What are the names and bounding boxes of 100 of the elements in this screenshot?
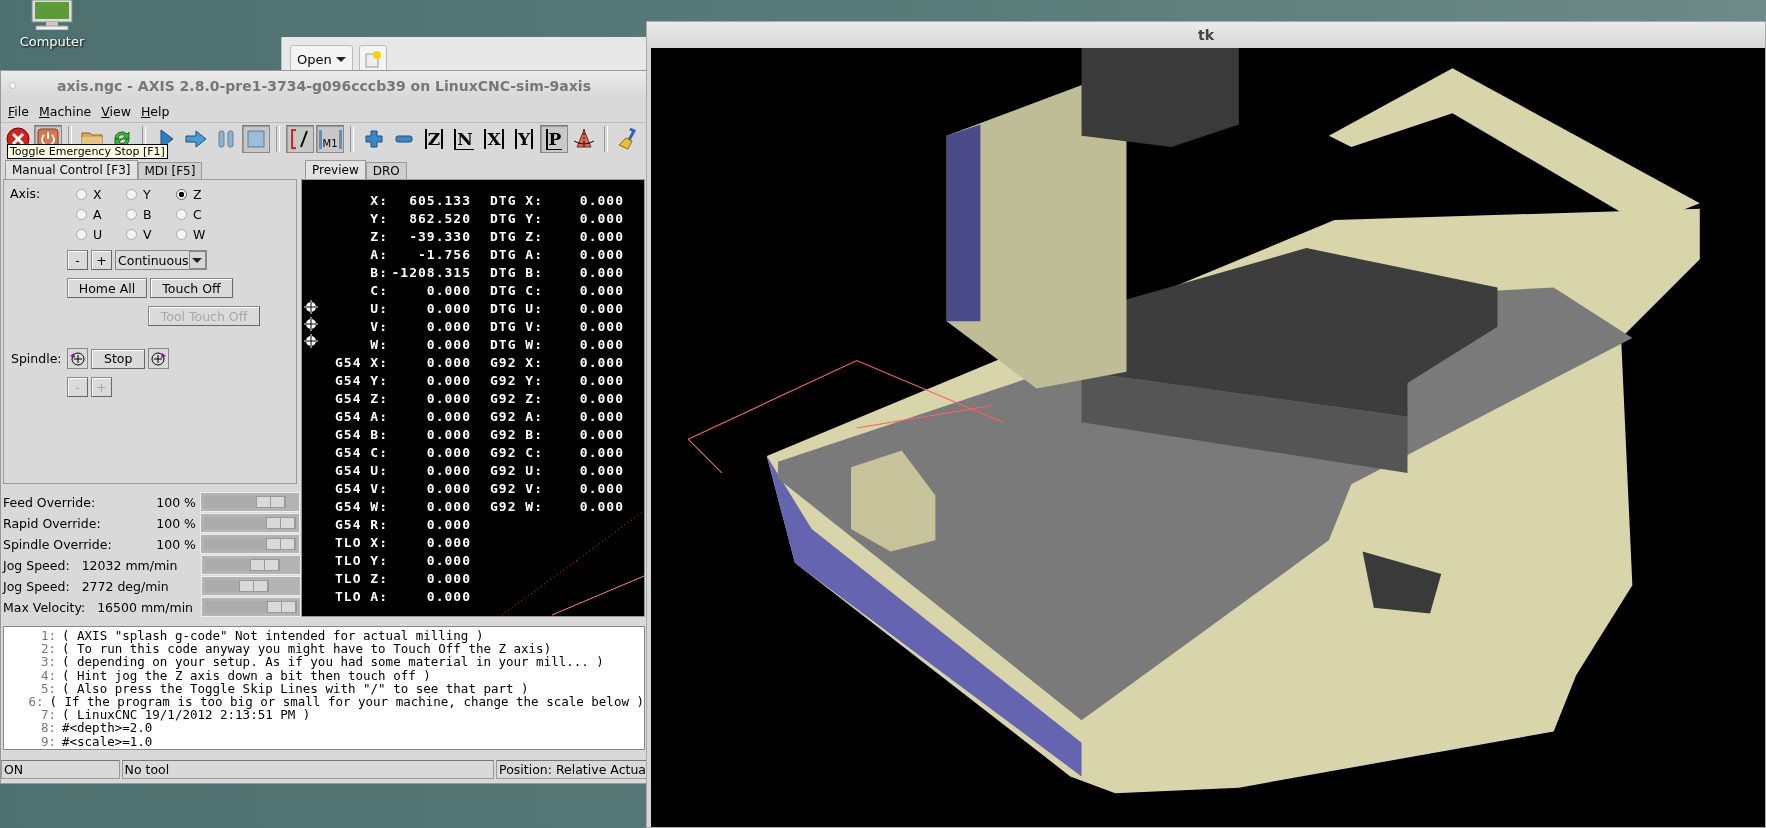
- dro-value: 0.000: [578, 444, 624, 460]
- axis-radio-button[interactable]: V: [126, 226, 176, 242]
- view-rotated-button[interactable]: P: [540, 125, 568, 153]
- menu-item[interactable]: File: [3, 103, 34, 119]
- jog-minus-button[interactable]: -: [67, 250, 88, 270]
- window-menu-button[interactable]: [9, 82, 16, 89]
- dro-label: G54 V:: [334, 480, 388, 496]
- dro-value: 0.000: [578, 480, 624, 496]
- code-line: #<depth>=2.0: [62, 721, 153, 735]
- skip-button[interactable]: [286, 125, 314, 153]
- dro-value: 0.000: [425, 408, 471, 424]
- slider-reading: 16500 mm/min: [97, 599, 195, 615]
- dro-label: G54 Y:: [334, 372, 388, 388]
- dro-value: 605.133: [408, 192, 471, 208]
- tab[interactable]: Preview: [305, 160, 366, 179]
- jog-plus-button[interactable]: +: [91, 250, 112, 270]
- slider-label: Jog Speed:: [1, 578, 70, 594]
- axis-radio-button[interactable]: W: [176, 226, 226, 242]
- stop-button[interactable]: [242, 125, 270, 153]
- slider-thumb[interactable]: [239, 580, 270, 592]
- dro-value: 0.000: [578, 282, 624, 298]
- code-line: ( If the program is too big or small for your machine, change the scale below ): [49, 695, 644, 709]
- dro-value: -1208.315: [390, 264, 471, 280]
- spindle-label: Spindle:: [10, 351, 63, 366]
- dro-label: DTG Y:: [489, 210, 544, 226]
- axis-radio-button[interactable]: Z: [176, 186, 226, 202]
- line-number: 3:: [39, 655, 57, 669]
- dro-value: 0.000: [425, 318, 471, 334]
- desktop-icon-label[interactable]: Computer: [19, 34, 85, 49]
- line-number: 6:: [27, 695, 45, 709]
- plus-icon: [362, 127, 386, 151]
- dro-label: G54 W:: [334, 498, 388, 514]
- crosshair-icon: [304, 317, 318, 331]
- touch-off-button[interactable]: Touch Off: [150, 278, 233, 298]
- status-field: No tool: [121, 760, 495, 779]
- dro-label: V:: [369, 318, 388, 334]
- view-button[interactable]: Y: [510, 125, 538, 153]
- dro-value: 0.000: [578, 462, 624, 478]
- optional-stop-button[interactable]: M1: [316, 125, 344, 153]
- crosshair-icon: [304, 300, 318, 314]
- clockwise-icon: [150, 350, 168, 367]
- slider-thumb[interactable]: [266, 517, 296, 529]
- dro-value: 0.000: [425, 462, 471, 478]
- spindle-forward-button[interactable]: [148, 348, 170, 369]
- line-number: 7:: [39, 708, 57, 722]
- dro-value: 0.000: [425, 570, 471, 586]
- dro-label: W:: [369, 336, 388, 352]
- line-number: 4:: [39, 668, 57, 682]
- new-file-button[interactable]: [358, 45, 387, 73]
- line-number: 2:: [39, 642, 57, 656]
- dro-label: G54 X:: [334, 354, 388, 370]
- menu-item[interactable]: View: [96, 103, 136, 119]
- axis-radio-button[interactable]: U: [76, 226, 126, 242]
- slider-thumb[interactable]: [250, 559, 281, 571]
- axis-radio-button[interactable]: X: [76, 186, 126, 202]
- dro-label: DTG Z:: [489, 228, 544, 244]
- slider[interactable]: [200, 492, 300, 512]
- spindle-reverse-button[interactable]: [67, 348, 88, 369]
- menu-item[interactable]: Help: [135, 103, 175, 119]
- dro-label: G54 A:: [334, 408, 388, 424]
- axis-radio-button[interactable]: C: [176, 206, 226, 222]
- axis-radio-button[interactable]: B: [126, 206, 176, 222]
- open-button[interactable]: Open: [290, 45, 353, 73]
- dro-value: 0.000: [578, 426, 624, 442]
- slider-reading: 12032 mm/min: [81, 557, 179, 573]
- dro-value: 0.000: [578, 246, 624, 262]
- axis-radio-button[interactable]: A: [76, 206, 126, 222]
- jog-increment-dropdown[interactable]: Continuous: [115, 250, 207, 270]
- status-field: Position: Relative Actua: [496, 760, 647, 779]
- slider-label: Rapid Override:: [2, 515, 102, 531]
- dro-label: G92 W:: [489, 498, 544, 514]
- axis-radio-button[interactable]: Y: [126, 186, 176, 202]
- spindle-stop-button[interactable]: Stop: [91, 348, 146, 369]
- view-button[interactable]: X: [480, 125, 508, 153]
- menu-item[interactable]: Machine: [33, 103, 97, 119]
- dro-value: 0.000: [425, 498, 471, 514]
- home-all-button[interactable]: Home All: [67, 278, 147, 298]
- code-line: ( Hint jog the Z axis down a bit then touch off ): [62, 668, 431, 682]
- view-rotated-button[interactable]: N: [450, 125, 478, 153]
- counterclockwise-icon: [69, 350, 86, 367]
- dro-label: DTG U:: [489, 300, 544, 316]
- window-title: axis.ngc - AXIS 2.8.0-pre1-3734-g096cccb39 on LinuxCNC-sim-9axis: [57, 77, 591, 94]
- crosshair-icon: [304, 334, 318, 348]
- slider[interactable]: [201, 576, 301, 596]
- tab[interactable]: MDI [F5]: [137, 162, 203, 179]
- dro-label: G92 U:: [489, 462, 544, 478]
- view-button[interactable]: Z: [420, 125, 448, 153]
- dro-label: G54 U:: [334, 462, 388, 478]
- slider[interactable]: [201, 555, 301, 575]
- tab[interactable]: Manual Control [F3]: [5, 160, 138, 179]
- slider-thumb[interactable]: [255, 496, 286, 508]
- slider-reading: 100 %: [155, 515, 196, 531]
- dro-label: Y:: [369, 210, 388, 226]
- dro-label: TLO Y:: [334, 552, 388, 568]
- slider-label: Jog Speed:: [1, 557, 70, 573]
- slider-thumb[interactable]: [267, 601, 297, 613]
- slider-thumb[interactable]: [266, 538, 296, 550]
- dro-value: 0.000: [578, 336, 624, 352]
- dro-label: DTG W:: [489, 336, 544, 352]
- tab[interactable]: DRO: [365, 162, 407, 179]
